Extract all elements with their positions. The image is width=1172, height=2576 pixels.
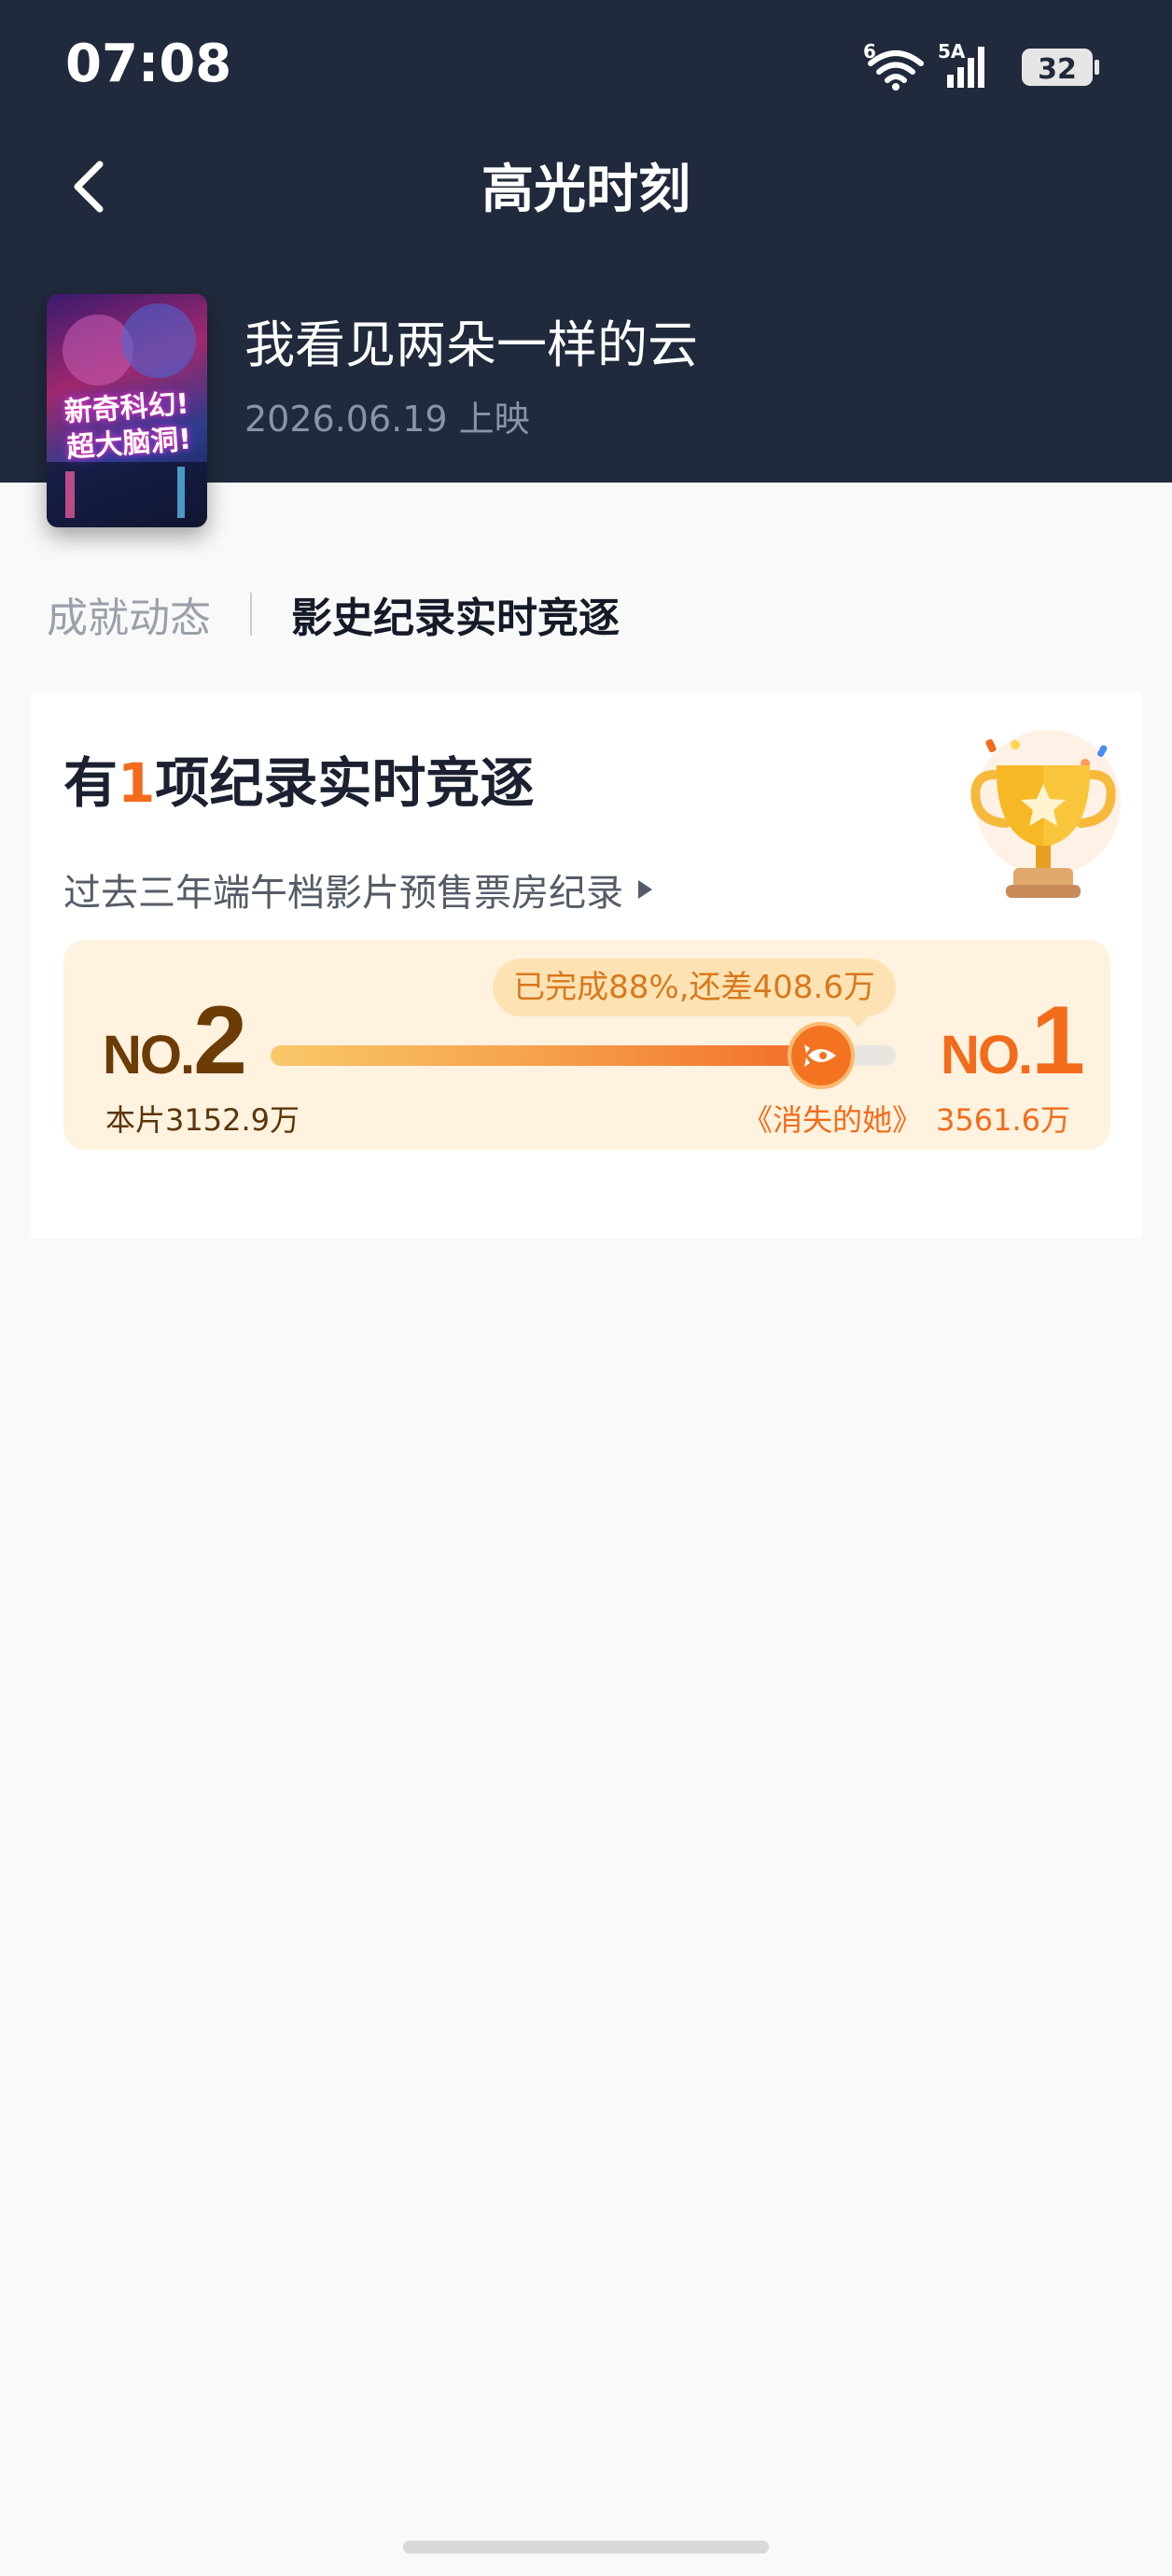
record-name-link[interactable]: 过去三年端午档影片预售票房纪录 — [63, 862, 652, 917]
movie-poster[interactable]: 新奇科幻! 超大脑洞! — [47, 294, 207, 527]
movie-title: 我看见两朵一样的云 — [244, 315, 698, 374]
caret-right-icon — [638, 880, 652, 899]
rival-film-name: 《消失的她》 — [743, 1102, 923, 1138]
status-icons: 6 5A 32 — [863, 40, 1099, 91]
race-panel: 已完成88%,还差408.6万 NO.2 本片3152.9万 《消失的她》 NO… — [63, 940, 1110, 1150]
poster-text: 新奇科幻! 超大脑洞! — [49, 385, 207, 467]
signal-label: 5A — [938, 40, 966, 63]
rival-rank: NO.1 — [941, 992, 1085, 1089]
self-rank-prefix: NO. — [103, 1025, 195, 1085]
status-time: 07:08 — [65, 34, 232, 94]
progress-fill — [271, 1045, 821, 1066]
self-rank-number: 2 — [193, 987, 247, 1095]
self-rank: NO.2 — [103, 992, 247, 1089]
card-heading: 有1项纪录实时竞逐 — [63, 739, 534, 818]
rival-rank-prefix: NO. — [941, 1025, 1033, 1085]
battery-level: 32 — [1038, 53, 1077, 86]
progress-tip: 已完成88%,还差408.6万 — [493, 959, 896, 1016]
tab-divider — [250, 593, 252, 636]
battery-icon: 32 — [1022, 49, 1099, 86]
page-title: 高光时刻 — [481, 160, 691, 220]
rival-rank-number: 1 — [1031, 987, 1085, 1095]
rocket-glyph — [804, 1044, 836, 1067]
self-box-office: 本片3152.9万 — [105, 1102, 300, 1138]
heading-suffix: 项纪录实时竞逐 — [155, 751, 535, 815]
tab-record-race[interactable]: 影史纪录实时竞逐 — [291, 584, 620, 644]
tab-bar: 成就动态 影史纪录实时竞逐 — [47, 586, 620, 642]
movie-release-date: 2026.06.19 上映 — [244, 399, 530, 440]
record-name: 过去三年端午档影片预售票房纪录 — [63, 872, 623, 915]
trophy-icon — [970, 730, 1121, 898]
rocket-icon — [788, 1022, 855, 1089]
record-race-card: 有1项纪录实时竞逐 过去三年端午档影片预售票房纪录 已完成88%,还差408.6… — [31, 693, 1141, 1239]
heading-prefix: 有 — [63, 751, 119, 815]
record-count: 1 — [118, 751, 156, 815]
tab-achievements[interactable]: 成就动态 — [47, 584, 211, 644]
cell-signal-icon: 5A — [938, 40, 984, 88]
progress-track — [271, 1022, 896, 1089]
progress-tip-tail — [847, 1015, 870, 1028]
home-indicator[interactable] — [403, 2541, 769, 2554]
wifi-icon: 6 — [863, 40, 924, 91]
rival-box-office: 3561.6万 — [936, 1102, 1070, 1138]
